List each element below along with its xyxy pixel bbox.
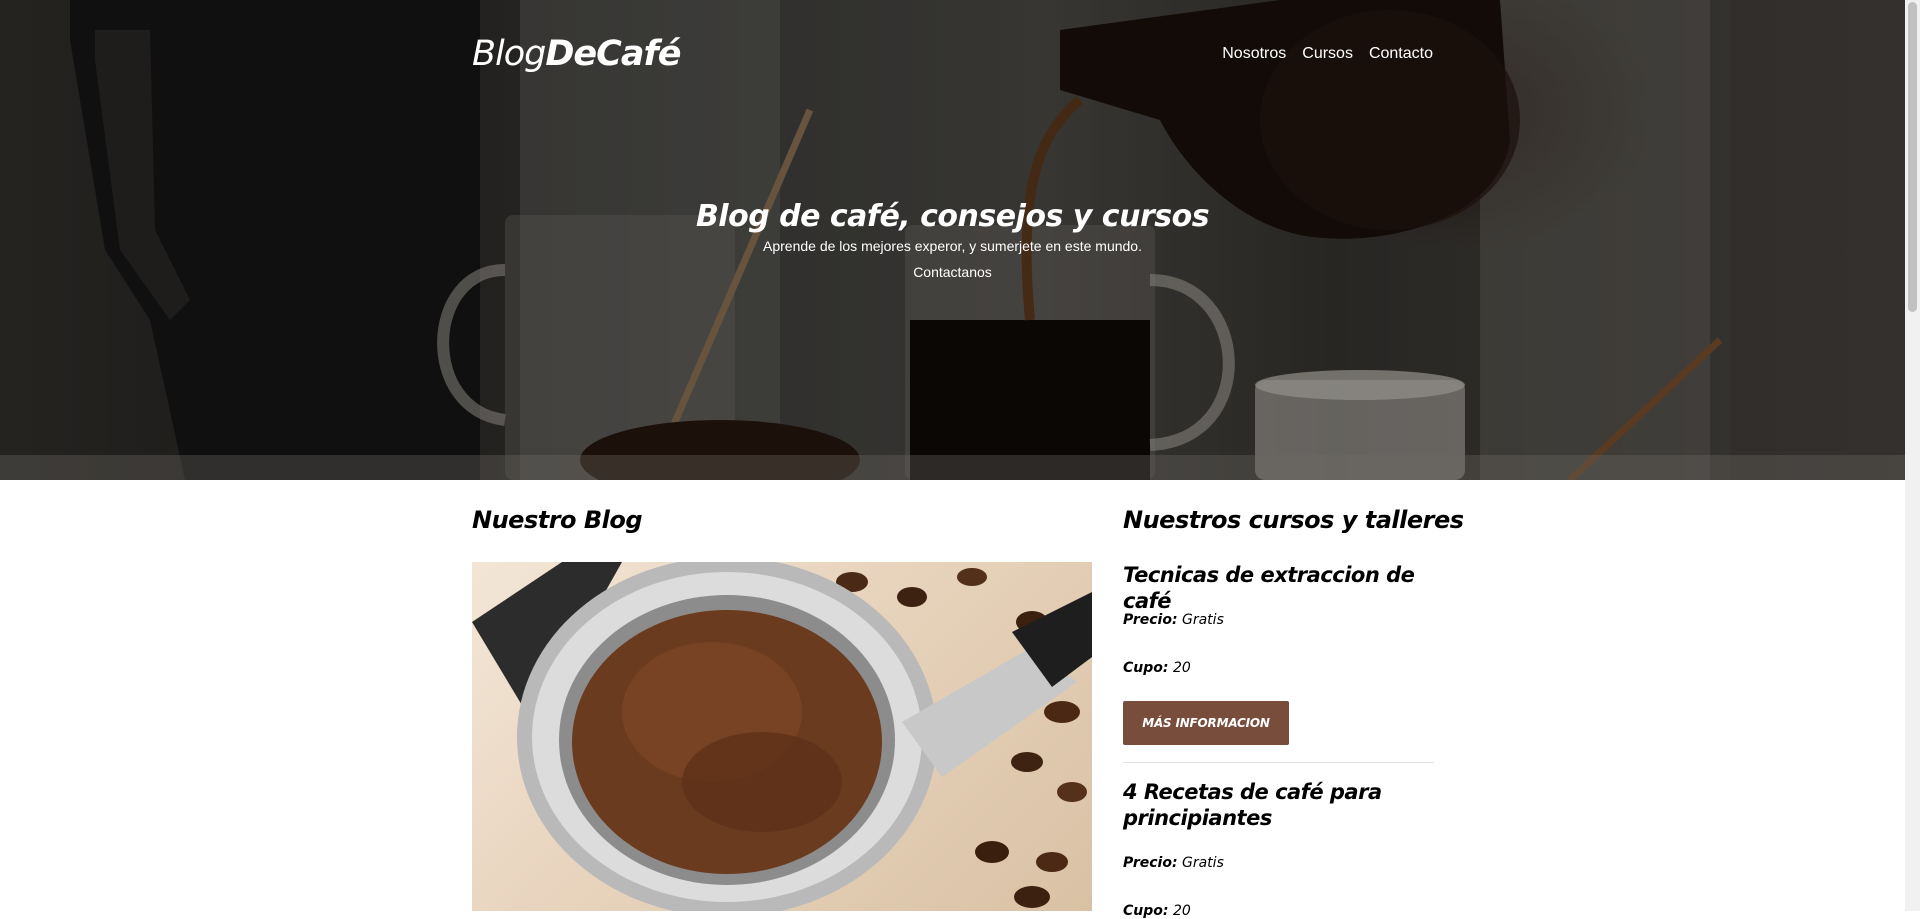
course-divider <box>1123 762 1434 763</box>
blog-post-image[interactable] <box>472 562 1092 911</box>
scrollbar-thumb[interactable] <box>1908 2 1917 312</box>
course-title: Tecnicas de extraccion de café <box>1123 563 1415 613</box>
course-price: Precio: Gratis <box>1123 855 1224 871</box>
contact-us-link[interactable]: Contactanos <box>913 264 992 280</box>
portafilter-coffee-image <box>472 562 1092 911</box>
nav-link-nosotros[interactable]: Nosotros <box>1222 42 1286 66</box>
hero-subtitle: Aprende de los mejores experor, y sumerj… <box>763 238 1142 254</box>
nav-link-cursos[interactable]: Cursos <box>1302 42 1353 66</box>
price-label: Precio: <box>1123 612 1178 628</box>
nav-link-contacto[interactable]: Contacto <box>1369 42 1433 66</box>
spots-label: Cupo: <box>1123 660 1169 676</box>
course-spots: Cupo: 20 <box>1123 660 1191 676</box>
more-info-button[interactable]: MÁS INFORMACION <box>1123 701 1289 745</box>
logo-text-thin: Blog <box>472 34 546 74</box>
price-label: Precio: <box>1123 855 1178 871</box>
spots-label: Cupo: <box>1123 903 1169 919</box>
logo-text-bold: DeCafé <box>545 34 681 74</box>
course-spots: Cupo: 20 <box>1123 903 1191 919</box>
main-navigation: Nosotros Cursos Contacto <box>1222 42 1433 66</box>
site-logo[interactable]: BlogDeCafé <box>472 30 681 78</box>
courses-section-heading: Nuestros cursos y talleres <box>1123 506 1464 534</box>
spots-value: 20 <box>1172 660 1191 676</box>
page-scrollbar[interactable] <box>1905 0 1920 911</box>
price-value: Gratis <box>1182 612 1224 628</box>
price-value: Gratis <box>1182 855 1224 871</box>
spots-value: 20 <box>1172 903 1191 919</box>
hero-title: Blog de café, consejos y cursos <box>695 199 1210 234</box>
blog-section-heading: Nuestro Blog <box>472 506 643 534</box>
course-price: Precio: Gratis <box>1123 612 1224 628</box>
hero-banner: BlogDeCafé Nosotros Cursos Contacto Blog… <box>0 0 1905 480</box>
course-title: 4 Recetas de café para principiantes <box>1123 780 1382 830</box>
